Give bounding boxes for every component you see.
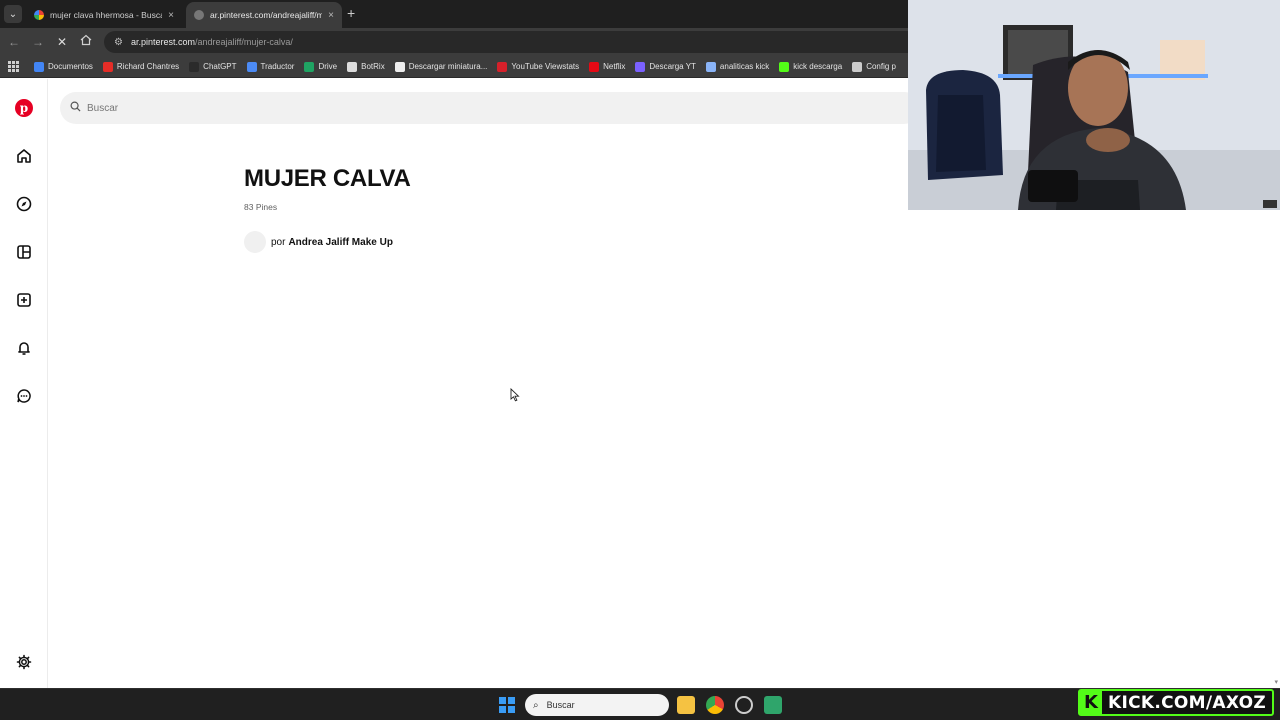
url-host: ar.pinterest.com [130,37,195,47]
search-icon: ⌕ [533,699,539,711]
bookmark-label: Richard Chantres [116,62,180,71]
browser-tab-google[interactable]: mujer clava hhermosa - Buscar × [26,2,182,28]
board-owner[interactable]: por Andrea Jaliff Make Up [244,231,393,253]
pinterest-logo-icon[interactable]: p [14,98,34,118]
home-icon[interactable] [14,146,34,166]
browser-tab-pinterest[interactable]: ar.pinterest.com/andreajaliff/m × [186,2,342,28]
tab-close-icon[interactable]: × [168,10,174,21]
apps-grid-icon[interactable] [8,60,20,73]
download-icon [635,61,646,72]
windows-start-icon[interactable] [499,697,515,713]
mouse-cursor-icon [510,387,520,407]
kick-watermark: K KICK.COM/AXOZ [1078,689,1274,716]
webcam-overlay [908,0,1280,210]
bookmark-label: Drive [318,62,338,71]
taskbar-search-label: Buscar [546,700,575,710]
app-icon[interactable] [764,696,782,714]
bookmark-netflix[interactable]: Netflix [589,61,626,72]
tab-title: mujer clava hhermosa - Buscar [50,10,163,20]
owner-avatar[interactable] [244,231,266,253]
botrix-icon [347,61,358,72]
gear-icon [852,61,863,72]
bookmark-botrix[interactable]: BotRix [347,61,385,72]
bookmark-drive[interactable]: Drive [304,61,338,72]
bookmark-traductor[interactable]: Traductor [246,61,295,72]
drive-icon [304,61,315,72]
pin-count: 83 Pines [244,202,278,212]
scroll-down-arrow-icon[interactable]: ▾ [1274,678,1278,686]
home-icon[interactable] [78,34,94,50]
boards-icon[interactable] [14,242,34,262]
settings-gear-icon[interactable] [14,652,34,672]
bookmark-label: Traductor [260,62,295,71]
chrome-icon[interactable] [706,696,724,714]
search-input[interactable] [87,102,487,114]
stop-loading-icon[interactable]: ✕ [54,34,70,50]
bookmark-label: Config p [866,62,896,71]
translate-icon [246,61,257,72]
explore-compass-icon[interactable] [14,194,34,214]
bookmark-label: kick descarga [793,62,843,71]
new-tab-button[interactable]: + [347,5,355,21]
url-path: /andreajaliff/mujer-calva/ [195,37,293,47]
create-plus-icon[interactable] [14,290,34,310]
page-icon [394,61,405,72]
bookmark-label: Netflix [603,62,626,71]
docs-icon [34,61,44,72]
analytics-icon [705,61,716,72]
obs-icon[interactable] [735,696,753,714]
search-icon [70,99,81,117]
netflix-icon [589,61,600,72]
bookmark-label: Documentos [48,62,93,71]
chatgpt-icon [189,61,200,72]
messages-chat-icon[interactable] [14,386,34,406]
bookmark-youtube-viewstats[interactable]: YouTube Viewstats [497,61,580,72]
viewstats-icon [497,61,508,72]
file-explorer-icon[interactable] [677,696,695,714]
bookmark-label: Descargar miniatura... [408,62,488,71]
board-title: MUJER CALVA [244,165,411,192]
owner-prefix: por [271,236,286,248]
loading-favicon-icon [194,10,204,20]
bookmark-chatgpt[interactable]: ChatGPT [189,61,237,72]
bookmark-label: BotRix [361,62,385,71]
bookmark-label: analiticas kick [719,62,770,71]
address-bar[interactable]: ⚙ ar.pinterest.com/andreajaliff/mujer-ca… [104,31,1004,53]
bookmark-label: ChatGPT [203,62,237,71]
bookmark-label: Descarga YT [649,62,696,71]
bookmark-richard-chantres[interactable]: Richard Chantres [102,61,180,72]
tiktok-icon [102,61,113,72]
google-favicon-icon [34,10,44,20]
bookmark-label: YouTube Viewstats [511,62,580,71]
tab-search-chevron-icon[interactable]: ⌄ [4,5,22,23]
notifications-bell-icon[interactable] [14,338,34,358]
bookmark-config-p[interactable]: Config p [852,61,896,72]
bookmark-analiticas-kick[interactable]: analiticas kick [705,61,770,72]
kick-logo-icon: K [1080,691,1102,714]
pinterest-sidebar: p [0,79,48,688]
forward-arrow-icon[interactable]: → [30,34,46,50]
site-info-icon[interactable]: ⚙ [114,37,123,48]
tab-close-icon[interactable]: × [328,10,334,21]
bookmark-kick-descarga[interactable]: kick descarga [779,61,843,72]
taskbar-search[interactable]: ⌕ Buscar [525,694,669,716]
kick-download-icon [779,61,790,72]
bookmark-documentos[interactable]: Documentos [34,61,93,72]
pinterest-search-bar[interactable] [60,92,920,124]
bookmark-descargar-miniatura[interactable]: Descargar miniatura... [394,61,488,72]
back-arrow-icon[interactable]: ← [6,34,22,50]
kick-channel-text: KICK.COM/AXOZ [1108,692,1266,713]
tab-title: ar.pinterest.com/andreajaliff/m [210,10,323,20]
owner-name-link[interactable]: Andrea Jaliff Make Up [288,237,392,248]
bookmark-descarga-yt[interactable]: Descarga YT [635,61,696,72]
